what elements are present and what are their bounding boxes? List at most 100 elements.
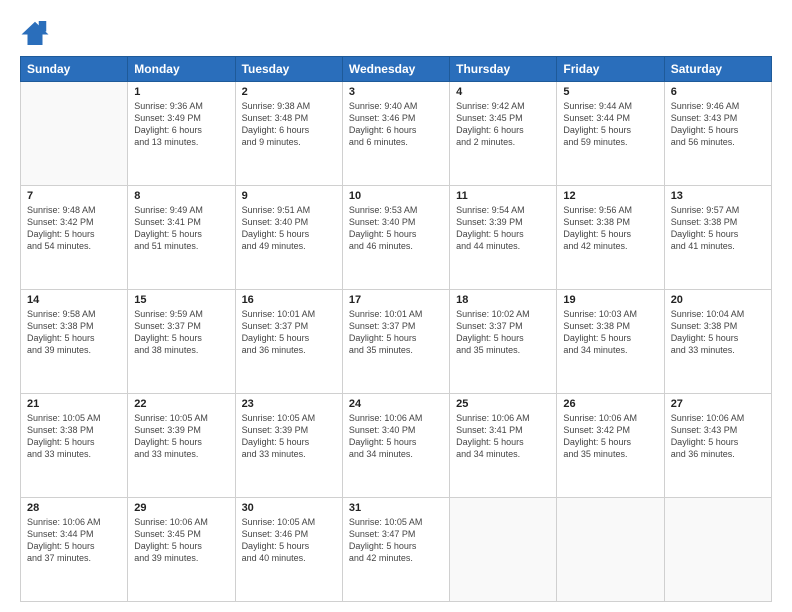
day-number: 10 xyxy=(349,190,443,202)
day-info: Sunrise: 10:02 AM Sunset: 3:37 PM Daylig… xyxy=(456,308,550,357)
calendar-cell: 24 Sunrise: 10:06 AM Sunset: 3:40 PM Dayl… xyxy=(342,394,449,498)
calendar-cell: 23Sunrise: 10:05 AM Sunset: 3:39 PM Dayl… xyxy=(235,394,342,498)
day-info: Sunrise: 10:05 AM Sunset: 3:47 PM Daylig… xyxy=(349,516,443,565)
day-number: 20 xyxy=(671,294,765,306)
calendar-cell: 6Sunrise: 9:46 AM Sunset: 3:43 PM Daylig… xyxy=(664,82,771,186)
day-info: Sunrise: 10:05 AM Sunset: 3:38 PM Daylig… xyxy=(27,412,121,461)
day-info: Sunrise: 9:58 AM Sunset: 3:38 PM Dayligh… xyxy=(27,308,121,357)
day-number: 6 xyxy=(671,86,765,98)
day-info: Sunrise: 9:38 AM Sunset: 3:48 PM Dayligh… xyxy=(242,100,336,149)
week-row-1: 7 Sunrise: 9:48 AM Sunset: 3:42 PM Daylig… xyxy=(21,186,772,290)
header xyxy=(20,18,772,48)
logo xyxy=(20,18,52,48)
calendar-cell: 21 Sunrise: 10:05 AM Sunset: 3:38 PM Dayl… xyxy=(21,394,128,498)
calendar-cell: 29Sunrise: 10:06 AM Sunset: 3:45 PM Dayl… xyxy=(128,498,235,602)
calendar-cell: 19 Sunrise: 10:03 AM Sunset: 3:38 PM Dayl… xyxy=(557,290,664,394)
calendar-cell: 14 Sunrise: 9:58 AM Sunset: 3:38 PM Dayli… xyxy=(21,290,128,394)
weekday-header-sunday: Sunday xyxy=(21,57,128,82)
day-number: 25 xyxy=(456,398,550,410)
day-number: 4 xyxy=(456,86,550,98)
calendar-cell xyxy=(664,498,771,602)
day-number: 29 xyxy=(134,502,228,514)
calendar-cell: 11 Sunrise: 9:54 AM Sunset: 3:39 PM Dayli… xyxy=(450,186,557,290)
day-info: Sunrise: 10:06 AM Sunset: 3:43 PM Daylig… xyxy=(671,412,765,461)
day-info: Sunrise: 10:05 AM Sunset: 3:46 PM Daylig… xyxy=(242,516,336,565)
calendar-cell: 26Sunrise: 10:06 AM Sunset: 3:42 PM Dayl… xyxy=(557,394,664,498)
calendar-cell: 28 Sunrise: 10:06 AM Sunset: 3:44 PM Dayl… xyxy=(21,498,128,602)
calendar-cell: 22 Sunrise: 10:05 AM Sunset: 3:39 PM Dayl… xyxy=(128,394,235,498)
day-info: Sunrise: 9:48 AM Sunset: 3:42 PM Dayligh… xyxy=(27,204,121,253)
week-row-0: 1 Sunrise: 9:36 AM Sunset: 3:49 PM Daylig… xyxy=(21,82,772,186)
calendar-cell: 16Sunrise: 10:01 AM Sunset: 3:37 PM Dayl… xyxy=(235,290,342,394)
calendar-cell: 30Sunrise: 10:05 AM Sunset: 3:46 PM Dayl… xyxy=(235,498,342,602)
day-info: Sunrise: 9:56 AM Sunset: 3:38 PM Dayligh… xyxy=(563,204,657,253)
day-number: 1 xyxy=(134,86,228,98)
day-info: Sunrise: 10:03 AM Sunset: 3:38 PM Daylig… xyxy=(563,308,657,357)
day-number: 24 xyxy=(349,398,443,410)
day-number: 5 xyxy=(563,86,657,98)
day-number: 3 xyxy=(349,86,443,98)
day-info: Sunrise: 9:40 AM Sunset: 3:46 PM Dayligh… xyxy=(349,100,443,149)
calendar-cell: 31 Sunrise: 10:05 AM Sunset: 3:47 PM Dayl… xyxy=(342,498,449,602)
weekday-header-monday: Monday xyxy=(128,57,235,82)
calendar-cell: 10 Sunrise: 9:53 AM Sunset: 3:40 PM Dayli… xyxy=(342,186,449,290)
calendar-cell: 5 Sunrise: 9:44 AM Sunset: 3:44 PM Daylig… xyxy=(557,82,664,186)
calendar-cell: 15 Sunrise: 9:59 AM Sunset: 3:37 PM Dayli… xyxy=(128,290,235,394)
day-info: Sunrise: 9:53 AM Sunset: 3:40 PM Dayligh… xyxy=(349,204,443,253)
calendar-cell: 20 Sunrise: 10:04 AM Sunset: 3:38 PM Dayl… xyxy=(664,290,771,394)
day-info: Sunrise: 9:59 AM Sunset: 3:37 PM Dayligh… xyxy=(134,308,228,357)
day-info: Sunrise: 9:42 AM Sunset: 3:45 PM Dayligh… xyxy=(456,100,550,149)
day-info: Sunrise: 9:44 AM Sunset: 3:44 PM Dayligh… xyxy=(563,100,657,149)
day-number: 23 xyxy=(242,398,336,410)
calendar-cell: 4 Sunrise: 9:42 AM Sunset: 3:45 PM Daylig… xyxy=(450,82,557,186)
weekday-header-tuesday: Tuesday xyxy=(235,57,342,82)
day-info: Sunrise: 10:05 AM Sunset: 3:39 PM Daylig… xyxy=(134,412,228,461)
day-info: Sunrise: 10:06 AM Sunset: 3:40 PM Daylig… xyxy=(349,412,443,461)
day-number: 22 xyxy=(134,398,228,410)
calendar-cell: 13 Sunrise: 9:57 AM Sunset: 3:38 PM Dayli… xyxy=(664,186,771,290)
weekday-header-friday: Friday xyxy=(557,57,664,82)
day-number: 17 xyxy=(349,294,443,306)
day-number: 7 xyxy=(27,190,121,202)
day-number: 21 xyxy=(27,398,121,410)
calendar-cell: 12Sunrise: 9:56 AM Sunset: 3:38 PM Dayli… xyxy=(557,186,664,290)
calendar-cell xyxy=(21,82,128,186)
day-number: 18 xyxy=(456,294,550,306)
day-number: 28 xyxy=(27,502,121,514)
day-info: Sunrise: 10:01 AM Sunset: 3:37 PM Daylig… xyxy=(242,308,336,357)
weekday-header-thursday: Thursday xyxy=(450,57,557,82)
generalblue-logo-icon xyxy=(20,18,50,48)
day-number: 13 xyxy=(671,190,765,202)
calendar-table: SundayMondayTuesdayWednesdayThursdayFrid… xyxy=(20,56,772,602)
week-row-4: 28 Sunrise: 10:06 AM Sunset: 3:44 PM Dayl… xyxy=(21,498,772,602)
calendar-cell: 1 Sunrise: 9:36 AM Sunset: 3:49 PM Daylig… xyxy=(128,82,235,186)
day-number: 2 xyxy=(242,86,336,98)
day-info: Sunrise: 9:57 AM Sunset: 3:38 PM Dayligh… xyxy=(671,204,765,253)
calendar-cell: 25Sunrise: 10:06 AM Sunset: 3:41 PM Dayl… xyxy=(450,394,557,498)
day-number: 11 xyxy=(456,190,550,202)
calendar-cell: 17Sunrise: 10:01 AM Sunset: 3:37 PM Dayl… xyxy=(342,290,449,394)
calendar-cell: 8 Sunrise: 9:49 AM Sunset: 3:41 PM Daylig… xyxy=(128,186,235,290)
day-info: Sunrise: 9:54 AM Sunset: 3:39 PM Dayligh… xyxy=(456,204,550,253)
calendar-cell: 7 Sunrise: 9:48 AM Sunset: 3:42 PM Daylig… xyxy=(21,186,128,290)
calendar-cell: 18 Sunrise: 10:02 AM Sunset: 3:37 PM Dayl… xyxy=(450,290,557,394)
day-info: Sunrise: 9:36 AM Sunset: 3:49 PM Dayligh… xyxy=(134,100,228,149)
day-number: 14 xyxy=(27,294,121,306)
day-info: Sunrise: 9:51 AM Sunset: 3:40 PM Dayligh… xyxy=(242,204,336,253)
calendar-cell: 3 Sunrise: 9:40 AM Sunset: 3:46 PM Daylig… xyxy=(342,82,449,186)
day-number: 31 xyxy=(349,502,443,514)
day-number: 15 xyxy=(134,294,228,306)
day-number: 8 xyxy=(134,190,228,202)
day-info: Sunrise: 9:49 AM Sunset: 3:41 PM Dayligh… xyxy=(134,204,228,253)
weekday-header-wednesday: Wednesday xyxy=(342,57,449,82)
week-row-3: 21 Sunrise: 10:05 AM Sunset: 3:38 PM Dayl… xyxy=(21,394,772,498)
day-info: Sunrise: 10:06 AM Sunset: 3:44 PM Daylig… xyxy=(27,516,121,565)
day-info: Sunrise: 10:06 AM Sunset: 3:42 PM Daylig… xyxy=(563,412,657,461)
day-number: 27 xyxy=(671,398,765,410)
day-number: 19 xyxy=(563,294,657,306)
day-number: 9 xyxy=(242,190,336,202)
day-info: Sunrise: 10:04 AM Sunset: 3:38 PM Daylig… xyxy=(671,308,765,357)
weekday-header-row: SundayMondayTuesdayWednesdayThursdayFrid… xyxy=(21,57,772,82)
calendar-cell: 2 Sunrise: 9:38 AM Sunset: 3:48 PM Daylig… xyxy=(235,82,342,186)
calendar-cell: 9 Sunrise: 9:51 AM Sunset: 3:40 PM Daylig… xyxy=(235,186,342,290)
